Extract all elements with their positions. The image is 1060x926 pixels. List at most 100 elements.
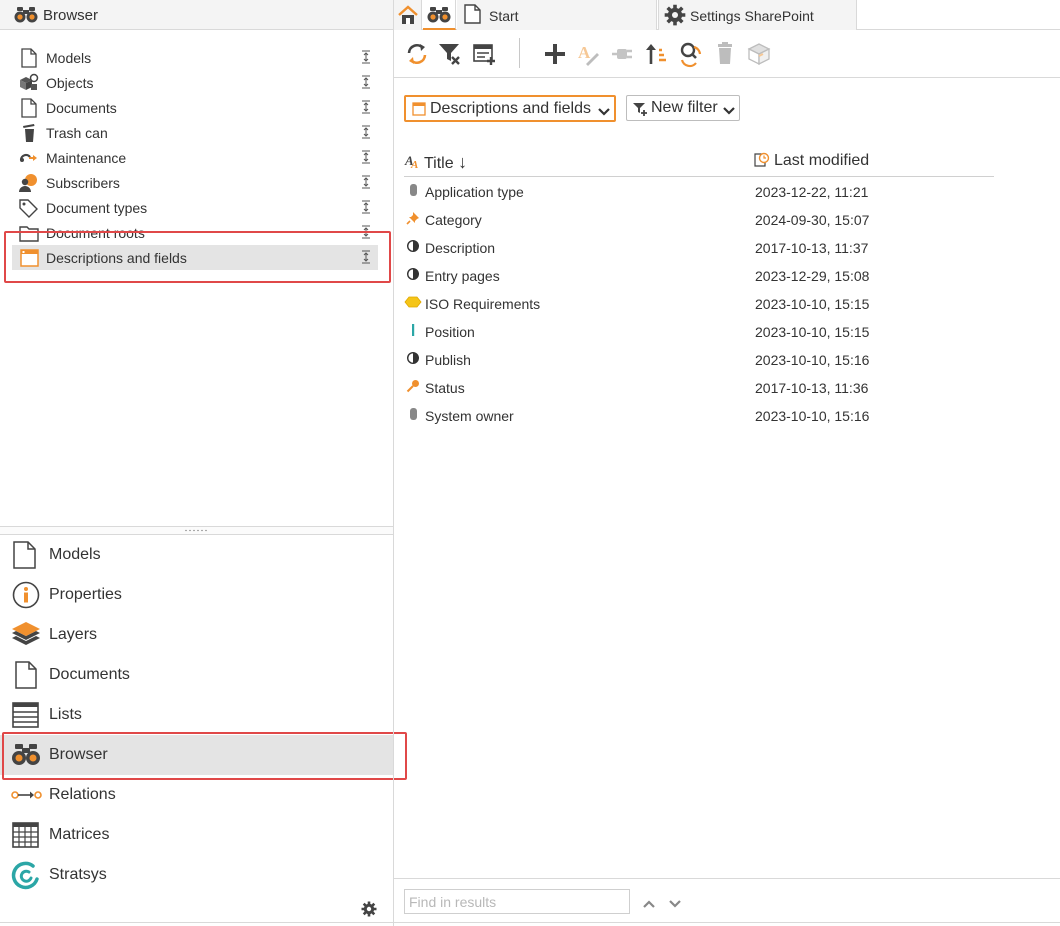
column-header-title[interactable]: Title ↓ — [424, 152, 467, 173]
row-modified: 2017-10-13, 11:37 — [755, 240, 869, 256]
view-dropdown-label: Descriptions and fields — [430, 100, 591, 117]
expand-icon[interactable] — [360, 75, 372, 89]
nav-item-label: Models — [49, 546, 101, 563]
bottom-border — [0, 922, 1060, 923]
row-title: System owner — [425, 408, 514, 424]
nav-item-label: Properties — [49, 586, 122, 603]
table-row[interactable]: Status 2017-10-13, 11:36 — [404, 373, 994, 401]
add-column-icon[interactable] — [472, 40, 498, 68]
maintenance-icon — [18, 148, 40, 168]
relations-icon — [11, 781, 42, 809]
expand-icon[interactable] — [360, 175, 372, 189]
package-icon[interactable] — [746, 40, 772, 68]
tree-item-documents[interactable]: Documents — [12, 95, 378, 120]
half-circle-icon — [406, 267, 420, 281]
column-header-last-modified[interactable]: Last modified — [774, 152, 869, 170]
tree-item-objects[interactable]: Objects — [12, 70, 378, 95]
nav-item-label: Documents — [49, 666, 130, 683]
splitter-grip-icon[interactable] — [184, 529, 208, 532]
table-row[interactable]: Entry pages 2023-12-29, 15:08 — [404, 261, 994, 289]
tree-item-trash-can[interactable]: Trash can — [12, 120, 378, 145]
nav-item-properties[interactable]: Properties — [0, 575, 393, 615]
page-icon — [11, 661, 41, 689]
column-header-label: Title — [424, 155, 454, 172]
delete-icon[interactable] — [712, 40, 738, 68]
row-title: ISO Requirements — [425, 296, 541, 312]
nav-item-models[interactable]: Models — [0, 535, 393, 575]
tree-item-models[interactable]: Models — [12, 45, 378, 70]
nav-item-relations[interactable]: Relations — [0, 775, 393, 815]
objects-icon — [18, 73, 40, 93]
expand-icon[interactable] — [360, 150, 372, 164]
row-modified: 2017-10-13, 11:36 — [755, 380, 869, 396]
row-modified: 2023-10-10, 15:16 — [755, 352, 870, 368]
row-title: Category — [425, 212, 482, 228]
nav-item-lists[interactable]: Lists — [0, 695, 393, 735]
view-dropdown[interactable]: Descriptions and fields — [404, 95, 616, 122]
expand-icon[interactable] — [360, 200, 372, 214]
table-row[interactable]: ISO Requirements 2023-10-10, 15:15 — [404, 289, 994, 317]
tree-item-subscribers[interactable]: Subscribers — [12, 170, 378, 195]
chevron-down-icon — [723, 103, 735, 121]
browser-panel-header: Browser — [0, 0, 393, 30]
panel-splitter[interactable] — [0, 526, 393, 535]
tag-icon — [18, 198, 40, 218]
add-icon[interactable] — [542, 40, 568, 68]
find-in-results-input[interactable] — [404, 889, 630, 914]
new-filter-dropdown[interactable]: New filter — [626, 95, 740, 121]
new-filter-label: New filter — [651, 99, 718, 116]
gear-icon[interactable] — [361, 901, 377, 922]
expand-icon[interactable] — [360, 50, 372, 64]
nav-item-documents[interactable]: Documents — [0, 655, 393, 695]
tree-item-label: Subscribers — [46, 175, 120, 191]
svg-text:A: A — [410, 159, 418, 170]
expand-icon[interactable] — [360, 125, 372, 139]
row-modified: 2023-12-22, 11:21 — [755, 184, 869, 200]
plugin-icon[interactable] — [610, 40, 636, 68]
table-row[interactable]: System owner 2023-10-10, 15:16 — [404, 401, 994, 429]
toolbar-separator — [519, 38, 520, 68]
rename-icon[interactable]: A — [576, 40, 602, 68]
tab-bar: Start Settings SharePoint — [394, 0, 1060, 30]
tree-item-label: Trash can — [46, 125, 108, 141]
tab-browser[interactable] — [423, 0, 456, 30]
table-row[interactable]: Publish 2023-10-10, 15:16 — [404, 345, 994, 373]
tab-settings-sharepoint[interactable]: Settings SharePoint — [658, 0, 857, 30]
refresh-icon[interactable] — [404, 40, 430, 68]
half-circle-icon — [406, 351, 420, 365]
find-replace-icon[interactable] — [678, 40, 704, 68]
nav-item-matrices[interactable]: Matrices — [0, 815, 393, 855]
tree-item-document-types[interactable]: Document types — [12, 195, 378, 220]
clear-filter-icon[interactable] — [438, 40, 464, 68]
cylinder-icon — [406, 183, 420, 197]
row-title: Description — [425, 240, 496, 256]
subscribers-icon — [18, 173, 40, 193]
row-modified: 2023-10-10, 15:15 — [755, 296, 870, 312]
key-icon — [406, 379, 420, 393]
title-column-icon: AA — [404, 152, 422, 175]
tab-home[interactable] — [394, 0, 422, 30]
chevron-down-icon — [598, 104, 610, 122]
tab-start[interactable]: Start — [457, 0, 657, 30]
table-row[interactable]: Position 2023-10-10, 15:15 — [404, 317, 994, 345]
page-icon — [11, 541, 41, 569]
nav-item-stratsys[interactable]: Stratsys — [0, 855, 393, 895]
nav-item-layers[interactable]: Layers — [0, 615, 393, 655]
nav-item-label: Stratsys — [49, 866, 107, 883]
expand-icon[interactable] — [360, 100, 372, 114]
row-title: Status — [425, 380, 465, 396]
chevron-up-icon[interactable] — [642, 896, 656, 914]
row-modified: 2023-12-29, 15:08 — [755, 268, 870, 284]
tree-item-maintenance[interactable]: Maintenance — [12, 145, 378, 170]
add-filter-icon — [632, 101, 648, 122]
gear-icon — [664, 4, 686, 31]
tree-item-label: Models — [46, 50, 92, 66]
chevron-down-icon[interactable] — [668, 896, 682, 914]
sort-icon[interactable] — [644, 40, 670, 68]
table-row[interactable]: Category 2024-09-30, 15:07 — [404, 205, 994, 233]
table-row[interactable]: Application type 2023-12-22, 11:21 — [404, 177, 994, 205]
panel-title: Browser — [43, 7, 99, 24]
table-row[interactable]: Description 2017-10-13, 11:37 — [404, 233, 994, 261]
highlight-box-tree — [4, 231, 391, 283]
trash-icon — [18, 123, 40, 143]
